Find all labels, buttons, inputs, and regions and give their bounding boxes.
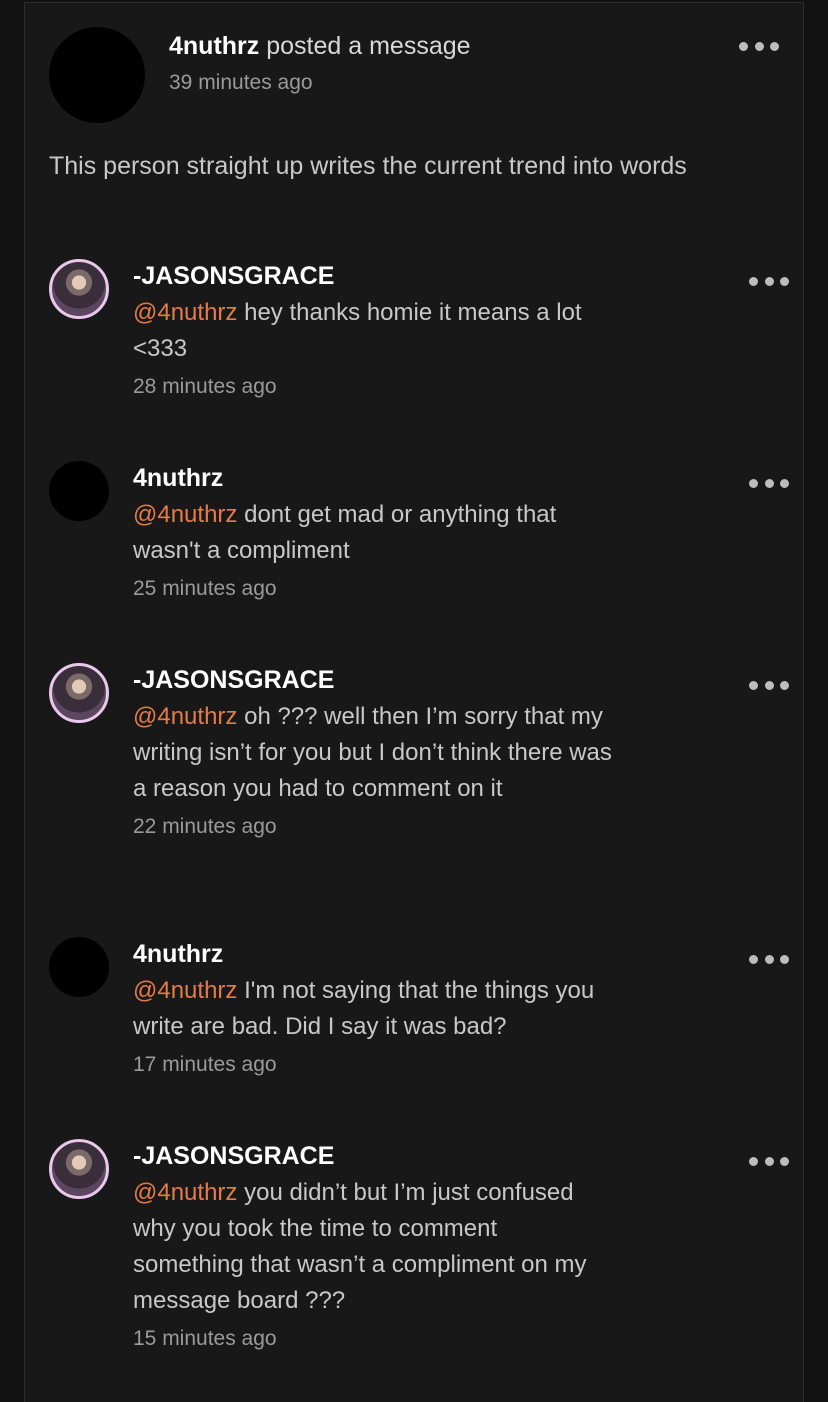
reply-avatar[interactable] <box>49 937 109 997</box>
reply-avatar[interactable] <box>49 1139 109 1199</box>
mention-link[interactable]: @4nuthrz <box>133 501 237 528</box>
mention-link[interactable]: @4nuthrz <box>133 1179 237 1206</box>
mention-link[interactable]: @4nuthrz <box>133 299 237 326</box>
reply-avatar[interactable] <box>49 461 109 521</box>
reply-author-link[interactable]: -JASONSGRACE <box>133 259 613 293</box>
reply-author-link[interactable]: 4nuthrz <box>133 461 613 495</box>
post-more-options-icon[interactable] <box>739 40 779 52</box>
reply-timestamp: 28 minutes ago <box>133 375 277 398</box>
post-action: posted a message <box>266 32 471 60</box>
post-author-link[interactable]: 4nuthrz <box>169 32 259 60</box>
post-title: 4nuthrz posted a message <box>169 31 471 61</box>
post-header: 4nuthrz posted a message 39 minutes ago <box>169 31 471 95</box>
reply-author-link[interactable]: -JASONSGRACE <box>133 1139 613 1173</box>
reply-text: @4nuthrz hey thanks homie it means a lot… <box>133 295 613 367</box>
reply-timestamp: 17 minutes ago <box>133 1053 277 1076</box>
reply-avatar[interactable] <box>49 259 109 319</box>
reply-more-options-icon[interactable] <box>749 477 789 489</box>
reply-timestamp: 25 minutes ago <box>133 577 277 600</box>
reply-timestamp: 22 minutes ago <box>133 815 277 838</box>
mention-link[interactable]: @4nuthrz <box>133 977 237 1004</box>
post-timestamp: 39 minutes ago <box>169 71 313 94</box>
reply-author-link[interactable]: 4nuthrz <box>133 937 613 971</box>
reply-text: @4nuthrz I'm not saying that the things … <box>133 973 613 1045</box>
reply-more-options-icon[interactable] <box>749 953 789 965</box>
reply-author-link[interactable]: -JASONSGRACE <box>133 663 613 697</box>
reply-more-options-icon[interactable] <box>749 275 789 287</box>
message-card: 4nuthrz posted a message 39 minutes ago … <box>24 2 804 1402</box>
reply-text: @4nuthrz you didn’t but I’m just confuse… <box>133 1175 613 1319</box>
author-avatar[interactable] <box>49 27 145 123</box>
reply-more-options-icon[interactable] <box>749 679 789 691</box>
mention-link[interactable]: @4nuthrz <box>133 703 237 730</box>
reply-avatar[interactable] <box>49 663 109 723</box>
reply-text: @4nuthrz dont get mad or anything that w… <box>133 497 613 569</box>
reply-timestamp: 15 minutes ago <box>133 1327 277 1350</box>
reply-more-options-icon[interactable] <box>749 1155 789 1167</box>
reply-text: @4nuthrz oh ??? well then I’m sorry that… <box>133 699 613 807</box>
post-body: This person straight up writes the curre… <box>49 152 687 180</box>
